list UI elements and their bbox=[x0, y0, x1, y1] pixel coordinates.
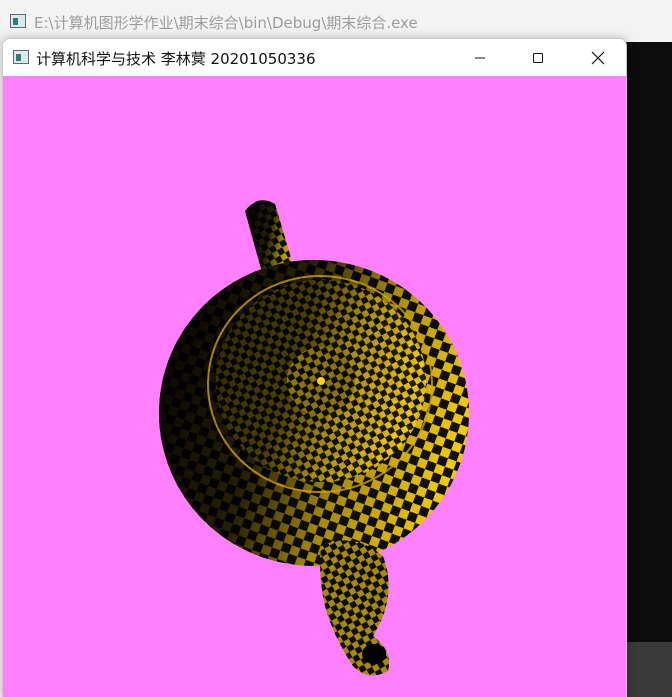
console-titlebar[interactable]: E:\计算机图形学作业\期末综合\bin\Debug\期末综合.exe bbox=[0, 0, 672, 43]
gl-window-title: 计算机科学与技术 李林蓂 20201050336 bbox=[36, 50, 316, 68]
minimize-button[interactable] bbox=[451, 39, 509, 76]
gl-window: 计算机科学与技术 李林蓂 20201050336 bbox=[2, 38, 627, 697]
minimize-icon bbox=[475, 57, 485, 58]
console-app-icon bbox=[10, 14, 26, 28]
console-window-title: E:\计算机图形学作业\期末综合\bin\Debug\期末综合.exe bbox=[34, 14, 418, 32]
gl-app-icon bbox=[13, 50, 29, 64]
close-button[interactable] bbox=[569, 39, 626, 76]
teapot-handle bbox=[320, 540, 389, 676]
render-canvas[interactable] bbox=[3, 76, 626, 697]
console-output-area bbox=[626, 42, 672, 642]
console-bottom-area bbox=[626, 642, 672, 697]
maximize-icon bbox=[533, 52, 543, 63]
gl-titlebar[interactable]: 计算机科学与技术 李林蓂 20201050336 bbox=[3, 39, 626, 76]
teapot-body bbox=[159, 260, 469, 566]
maximize-button[interactable] bbox=[509, 39, 567, 76]
teapot-render bbox=[159, 200, 469, 676]
close-icon bbox=[591, 51, 605, 64]
